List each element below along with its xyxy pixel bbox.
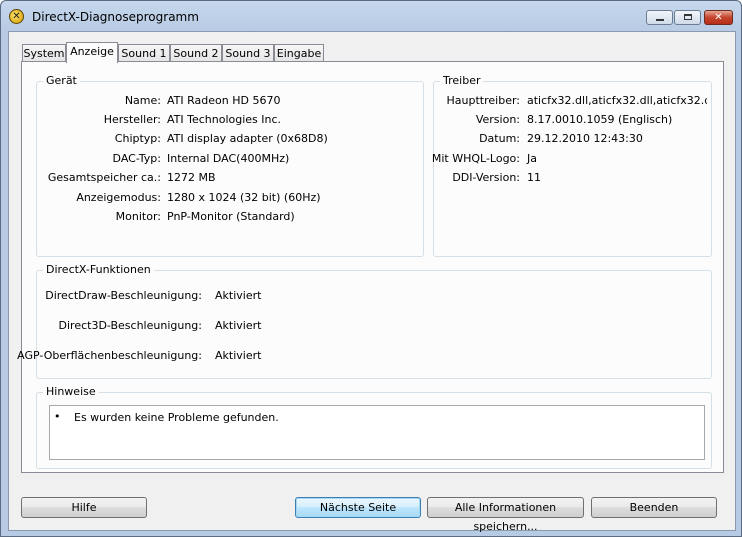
monitor-value: PnP-Monitor (Standard) xyxy=(167,210,295,223)
maximize-button[interactable] xyxy=(674,10,701,25)
dac-type-label: DAC-Typ: xyxy=(112,152,161,165)
directx-features-title: DirectX-Funktionen xyxy=(43,264,154,276)
tab-anzeige[interactable]: Anzeige xyxy=(66,42,118,63)
minimize-icon xyxy=(656,19,664,21)
monitor-label: Monitor: xyxy=(115,210,161,223)
device-group-title: Gerät xyxy=(43,75,80,87)
tab-eingabe[interactable]: Eingabe xyxy=(274,44,324,62)
agp-value: Aktiviert xyxy=(215,349,262,362)
direct3d-value: Aktiviert xyxy=(215,319,262,332)
version-label: Version: xyxy=(475,113,520,126)
manufacturer-value: ATI Technologies Inc. xyxy=(167,113,282,126)
minimize-button[interactable] xyxy=(646,10,673,25)
notes-item: Es wurden keine Probleme gefunden. xyxy=(74,411,279,424)
display-mode-label: Anzeigemodus: xyxy=(76,191,161,204)
directdraw-label: DirectDraw-Beschleunigung: xyxy=(45,289,202,302)
date-label: Datum: xyxy=(479,132,520,145)
dxdiag-window: ✕ DirectX-Diagnoseprogramm ✕ System Anze… xyxy=(0,0,742,537)
notes-box[interactable]: • Es wurden keine Probleme gefunden. xyxy=(49,405,705,460)
next-page-button[interactable]: Nächste Seite xyxy=(295,497,421,518)
notes-group: Hinweise • Es wurden keine Probleme gefu… xyxy=(36,386,712,469)
manufacturer-label: Hersteller: xyxy=(103,113,161,126)
driver-group: Treiber Haupttreiber: aticfx32.dll,aticf… xyxy=(431,75,712,257)
help-button[interactable]: Hilfe xyxy=(21,497,147,518)
total-memory-value: 1272 MB xyxy=(167,171,216,184)
device-name-label: Name: xyxy=(124,94,161,107)
exit-button[interactable]: Beenden xyxy=(591,497,717,518)
tab-sound-2[interactable]: Sound 2 xyxy=(170,44,222,62)
chip-type-value: ATI display adapter (0x68D8) xyxy=(167,132,328,145)
tab-system[interactable]: System xyxy=(22,44,66,62)
main-driver-value: aticfx32.dll,aticfx32.dll,aticfx32.dll,a xyxy=(527,94,707,107)
whql-logo-value: Ja xyxy=(527,152,537,165)
title-bar[interactable]: ✕ DirectX-Diagnoseprogramm ✕ xyxy=(1,1,741,31)
driver-group-title: Treiber xyxy=(440,75,484,87)
dac-type-value: Internal DAC(400MHz) xyxy=(167,152,290,165)
tab-sound-3[interactable]: Sound 3 xyxy=(222,44,274,62)
device-group: Gerät Name: ATI Radeon HD 5670 Herstelle… xyxy=(36,75,424,257)
version-value: 8.17.0010.1059 (Englisch) xyxy=(527,113,673,126)
maximize-icon xyxy=(684,14,692,20)
save-all-info-button[interactable]: Alle Informationen speichern... xyxy=(427,497,584,533)
whql-logo-label: Mit WHQL-Logo: xyxy=(431,152,520,165)
agp-label: AGP-Oberflächenbeschleunigung: xyxy=(17,349,202,362)
tab-sound-1[interactable]: Sound 1 xyxy=(118,44,170,62)
anzeige-panel: Gerät Name: ATI Radeon HD 5670 Herstelle… xyxy=(17,61,724,473)
total-memory-label: Gesamtspeicher ca.: xyxy=(47,171,161,184)
ddi-version-value: 11 xyxy=(527,171,541,184)
ddi-version-label: DDI-Version: xyxy=(452,171,520,184)
directdraw-value: Aktiviert xyxy=(215,289,262,302)
notes-title: Hinweise xyxy=(43,386,99,398)
close-button[interactable]: ✕ xyxy=(704,10,733,25)
notes-bullet: • xyxy=(54,410,61,423)
display-mode-value: 1280 x 1024 (32 bit) (60Hz) xyxy=(167,191,321,204)
date-value: 29.12.2010 12:43:30 xyxy=(527,132,643,145)
direct3d-label: Direct3D-Beschleunigung: xyxy=(58,319,202,332)
device-name-value: ATI Radeon HD 5670 xyxy=(167,94,281,107)
directx-icon[interactable]: ✕ xyxy=(9,9,24,24)
main-driver-label: Haupttreiber: xyxy=(446,94,520,107)
window-title: DirectX-Diagnoseprogramm xyxy=(32,10,199,24)
close-icon: ✕ xyxy=(714,12,723,23)
client-area: System Anzeige Sound 1 Sound 2 Sound 3 E… xyxy=(8,31,736,533)
chip-type-label: Chiptyp: xyxy=(114,132,161,145)
directx-features-group: DirectX-Funktionen DirectDraw-Beschleuni… xyxy=(17,264,712,379)
